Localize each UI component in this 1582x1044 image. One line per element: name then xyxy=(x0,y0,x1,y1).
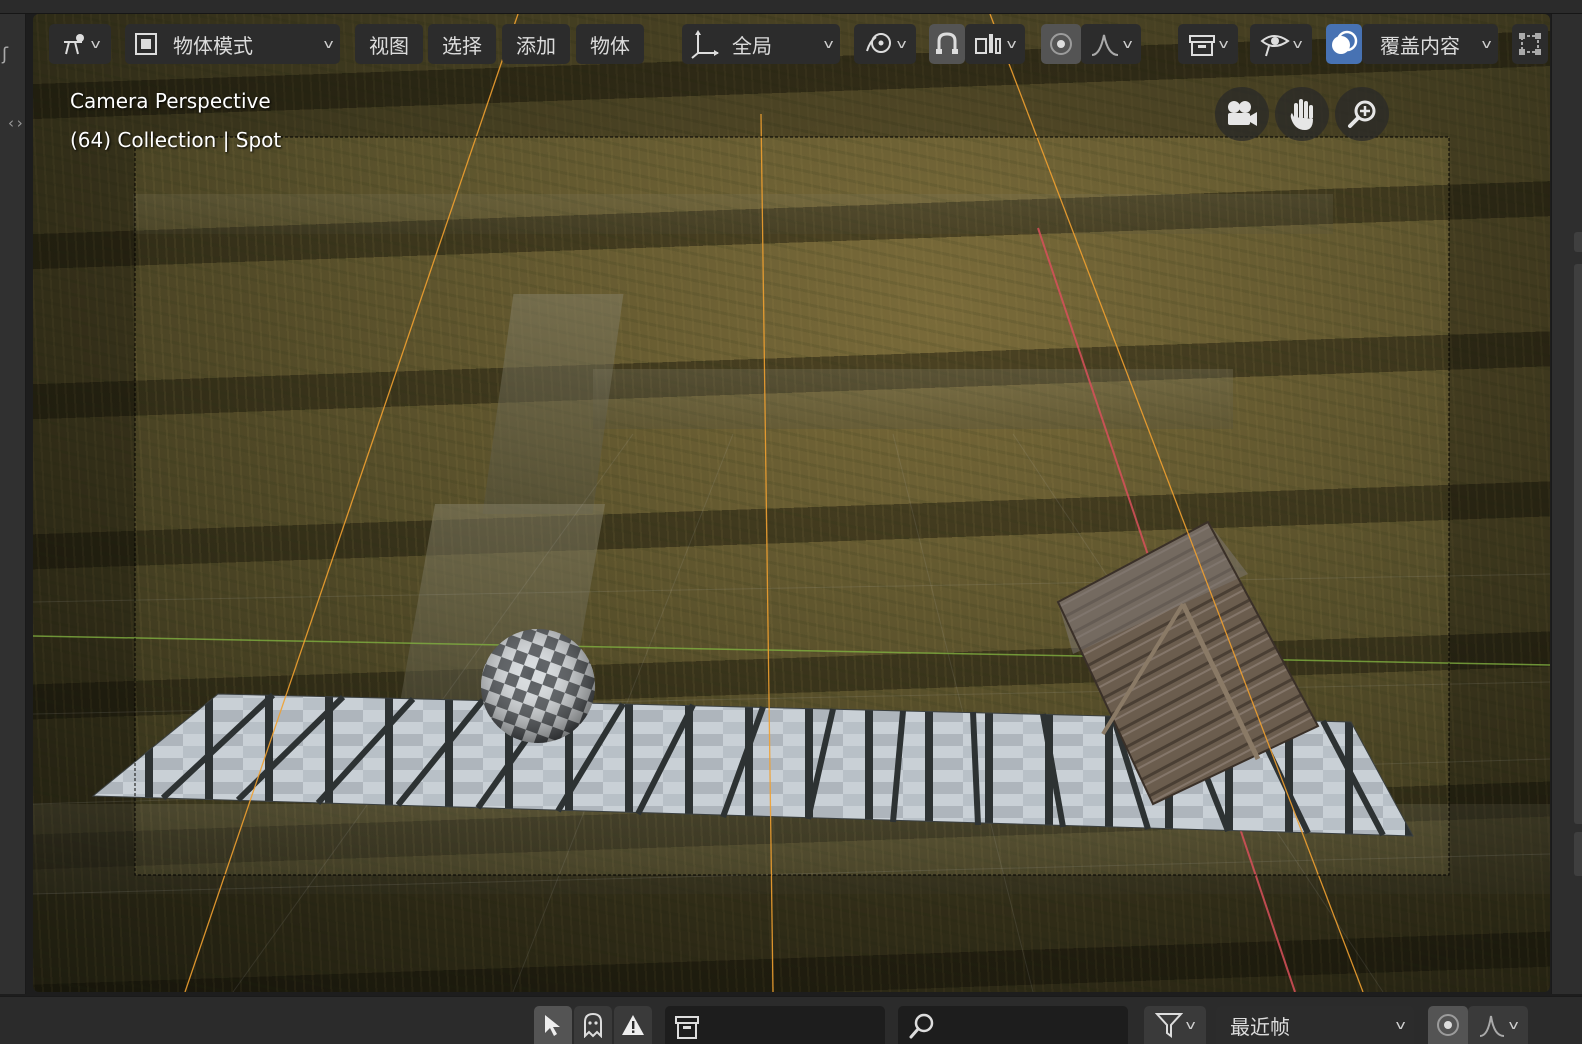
keyframe-filter-dropdown[interactable]: 最近帧 v xyxy=(1216,1006,1414,1044)
filter-icon xyxy=(1155,1013,1184,1038)
falloff-icon xyxy=(1092,34,1119,56)
chevron-down-icon: v xyxy=(1219,37,1229,51)
action-selector[interactable] xyxy=(665,1006,885,1044)
overlay-dropdown[interactable]: 覆盖内容 v xyxy=(1362,24,1498,64)
chevron-down-icon: v xyxy=(1481,37,1492,51)
snap-icon xyxy=(936,32,958,54)
3d-viewport[interactable]: Camera Perspective (64) Collection | Spo… xyxy=(33,14,1550,992)
scene-info-label: (64) Collection | Spot xyxy=(70,128,282,152)
chevron-down-icon: v xyxy=(1509,1018,1519,1032)
transform-orientation-dropdown[interactable]: 全局 v xyxy=(682,24,840,64)
falloff-dropdown[interactable]: v xyxy=(1081,24,1141,64)
menu-select[interactable]: 选择 xyxy=(428,24,496,64)
region-toggle-icon[interactable]: ‹ › xyxy=(8,114,23,132)
y-axis-line xyxy=(33,635,1550,666)
object-mode-dropdown[interactable]: 物体模式 v xyxy=(125,24,340,64)
menu-view-label: 视图 xyxy=(369,33,409,58)
zoom-icon xyxy=(1348,100,1376,128)
chevron-down-icon: v xyxy=(1007,37,1017,51)
keyframe-icon xyxy=(675,1016,699,1039)
transform-orientation-icon xyxy=(691,30,719,59)
falloff-curve-icon[interactable]: ʃ xyxy=(2,44,8,65)
menu-add-label: 添加 xyxy=(516,33,556,58)
chevron-down-icon: v xyxy=(1395,1018,1406,1032)
gizmo-icon xyxy=(1260,35,1291,57)
camera-guide-lines xyxy=(184,14,1364,992)
xray-toggle[interactable] xyxy=(1512,24,1548,64)
proportional-edit-toggle[interactable] xyxy=(1041,24,1081,64)
proportional-icon xyxy=(1437,1014,1459,1036)
search-field[interactable] xyxy=(898,1006,1128,1044)
chevron-down-icon: v xyxy=(323,37,334,51)
sidebar-tab[interactable] xyxy=(1574,264,1582,824)
zoom-view-button[interactable] xyxy=(1335,87,1389,141)
select-icon xyxy=(545,1015,560,1036)
curve-dropdown[interactable]: v xyxy=(1468,1006,1528,1044)
interaction-mode-button[interactable]: v xyxy=(49,24,111,64)
pivot-point-dropdown[interactable]: v xyxy=(854,24,916,64)
snap-toggle[interactable] xyxy=(929,24,965,64)
overlay-label: 覆盖内容 xyxy=(1380,33,1460,58)
curve-icon xyxy=(1480,1015,1505,1037)
left-editor-edge: ʃ ‹ › xyxy=(0,14,26,994)
overlay-toggle[interactable] xyxy=(1326,24,1362,64)
search-icon xyxy=(909,1013,934,1039)
chevron-down-icon: v xyxy=(1293,37,1303,51)
proportional-toggle[interactable] xyxy=(1428,1006,1468,1044)
ghost-icon xyxy=(584,1012,602,1038)
chevron-down-icon: v xyxy=(91,37,101,51)
search-input[interactable] xyxy=(942,1012,1118,1038)
warning-icon xyxy=(622,1015,644,1035)
filter-dropdown[interactable]: v xyxy=(1144,1006,1206,1044)
checker-sphere xyxy=(481,629,595,743)
blender-window: ʃ ‹ › ‹ xyxy=(0,0,1582,1044)
visibility-dropdown[interactable]: v xyxy=(1178,24,1238,64)
sidebar-tab[interactable] xyxy=(1574,832,1582,876)
show-hidden-toggle[interactable] xyxy=(574,1006,612,1044)
proportional-edit-icon xyxy=(1050,33,1072,55)
only-errors-toggle[interactable] xyxy=(614,1006,652,1044)
chevron-down-icon: v xyxy=(1186,1018,1196,1032)
mode-label: 物体模式 xyxy=(173,33,253,58)
gizmo-dropdown[interactable]: v xyxy=(1250,24,1312,64)
keyframe-filter-label: 最近帧 xyxy=(1230,1014,1290,1039)
object-mode-icon xyxy=(135,33,157,55)
pivot-point-icon xyxy=(866,33,892,53)
interaction-mode-icon xyxy=(64,34,85,55)
chevron-down-icon: v xyxy=(823,37,834,51)
menu-object-label: 物体 xyxy=(590,33,630,58)
menu-view[interactable]: 视图 xyxy=(355,24,423,64)
only-selected-toggle[interactable] xyxy=(534,1006,572,1044)
camera-view-button[interactable] xyxy=(1215,87,1269,141)
visibility-icon xyxy=(1189,35,1216,56)
orientation-label: 全局 xyxy=(732,33,772,58)
right-editor-edge xyxy=(1551,14,1582,994)
menu-add[interactable]: 添加 xyxy=(502,24,570,64)
chevron-down-icon: v xyxy=(1123,37,1133,51)
hand-pan-icon xyxy=(1290,99,1313,130)
menu-object[interactable]: 物体 xyxy=(576,24,644,64)
menu-select-label: 选择 xyxy=(442,33,482,58)
overlay-icon xyxy=(1332,30,1358,54)
sidebar-tab[interactable] xyxy=(1574,232,1582,252)
chevron-down-icon: v xyxy=(897,37,907,51)
scene-canvas xyxy=(33,14,1550,992)
snap-increment-icon xyxy=(975,34,1002,54)
camera-perspective-label: Camera Perspective xyxy=(70,89,271,113)
xray-icon xyxy=(1519,33,1541,55)
pan-view-button[interactable] xyxy=(1275,87,1329,141)
top-window-strip xyxy=(0,0,1582,14)
snap-target-dropdown[interactable]: v xyxy=(965,24,1025,64)
camera-view-icon xyxy=(1228,101,1257,126)
